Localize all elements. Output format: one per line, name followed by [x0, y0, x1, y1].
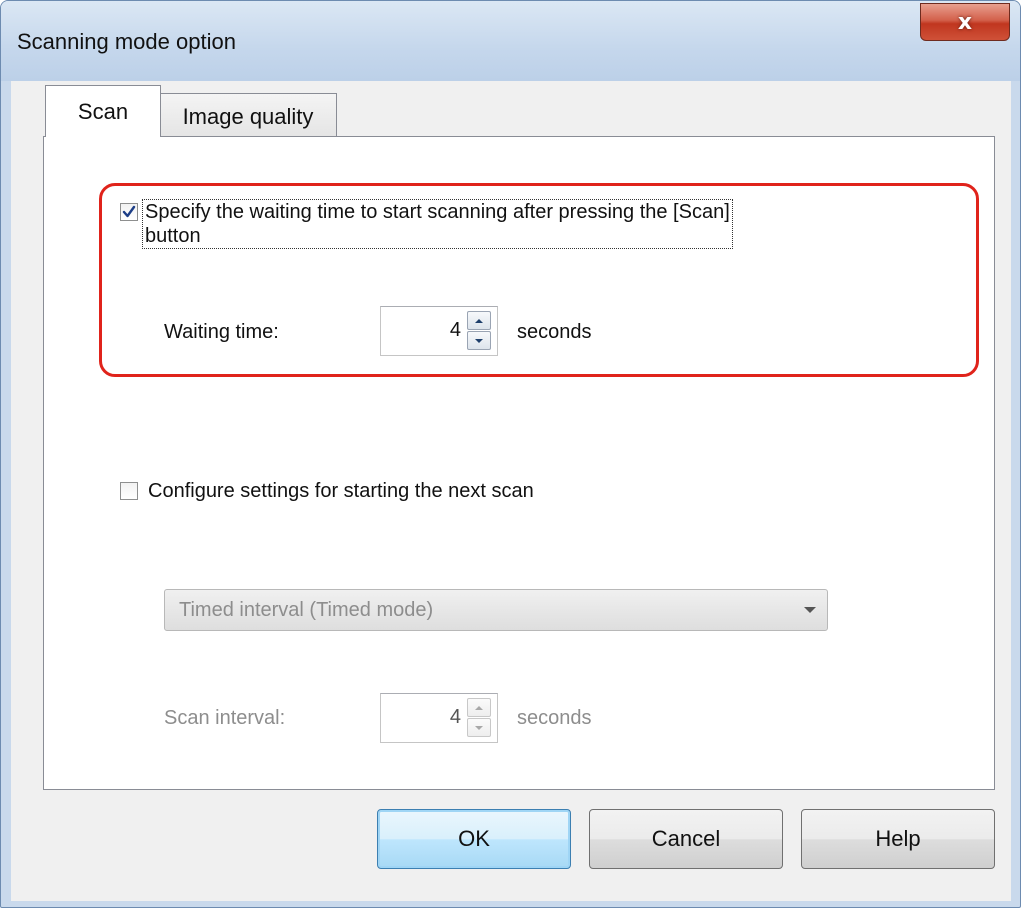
spin-up-button[interactable]	[467, 311, 491, 330]
waiting-time-unit: seconds	[517, 321, 592, 343]
help-button[interactable]: Help	[801, 809, 995, 869]
chevron-down-icon	[804, 607, 816, 613]
close-icon: x	[957, 9, 973, 35]
close-button[interactable]: x	[920, 3, 1010, 41]
interval-spin-down-button[interactable]	[467, 718, 491, 737]
arrow-down-icon	[475, 338, 483, 343]
scan-mode-selected: Timed interval (Timed mode)	[179, 599, 434, 621]
interval-spin-up-button[interactable]	[467, 698, 491, 717]
waiting-time-checkbox-label: Specify the waiting time to start scanni…	[142, 199, 733, 249]
title-bar: Scanning mode option x	[1, 1, 1020, 81]
scan-interval-spinbox[interactable]: 4	[380, 693, 498, 743]
scan-mode-dropdown[interactable]: Timed interval (Timed mode)	[164, 589, 828, 631]
scan-interval-label: Scan interval:	[164, 707, 286, 729]
ok-button[interactable]: OK	[377, 809, 571, 869]
tab-scan[interactable]: Scan	[45, 85, 161, 137]
waiting-time-checkbox-row[interactable]: Specify the waiting time to start scanni…	[120, 199, 733, 249]
waiting-time-spinbox[interactable]: 4	[380, 306, 498, 356]
waiting-time-label: Waiting time:	[164, 321, 279, 343]
next-scan-checkbox-row[interactable]: Configure settings for starting the next…	[120, 479, 534, 503]
dialog-body: Scan Image quality Specify the waiting t…	[11, 81, 1011, 901]
next-scan-checkbox-label: Configure settings for starting the next…	[148, 480, 534, 502]
scan-interval-unit: seconds	[517, 707, 592, 729]
waiting-time-checkbox[interactable]	[120, 203, 138, 221]
tab-image-quality[interactable]: Image quality	[159, 93, 337, 139]
arrow-up-icon	[475, 705, 483, 710]
arrow-down-icon	[475, 725, 483, 730]
dialog-window: Scanning mode option x Scan Image qualit…	[0, 0, 1021, 908]
arrow-up-icon	[475, 318, 483, 323]
cancel-button[interactable]: Cancel	[589, 809, 783, 869]
scan-tab-panel: Specify the waiting time to start scanni…	[43, 136, 995, 790]
checkmark-icon	[122, 205, 136, 218]
scan-interval-value[interactable]: 4	[450, 706, 461, 729]
window-title: Scanning mode option	[17, 29, 236, 54]
waiting-time-value[interactable]: 4	[450, 319, 461, 342]
next-scan-checkbox[interactable]	[120, 482, 138, 500]
spin-down-button[interactable]	[467, 331, 491, 350]
